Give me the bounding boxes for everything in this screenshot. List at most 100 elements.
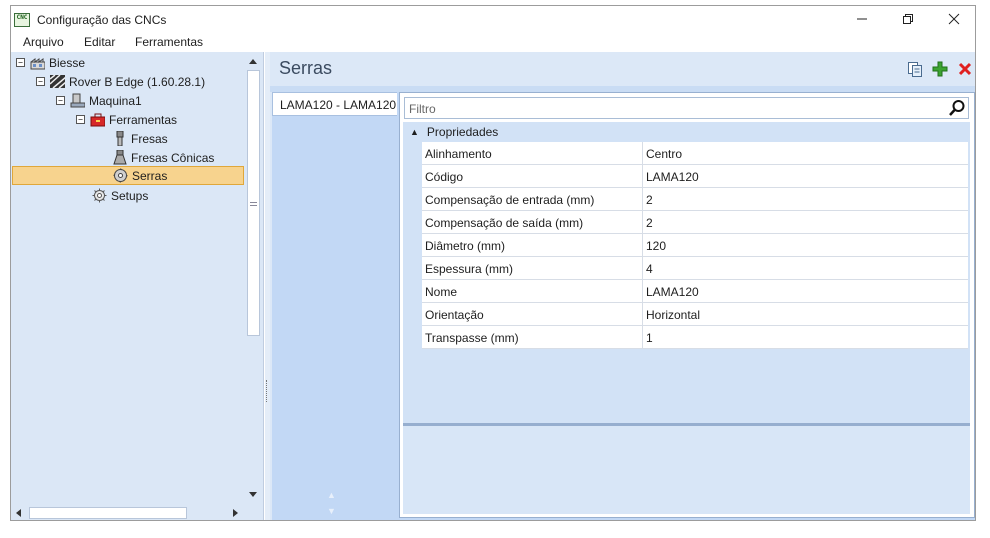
collapse-icon[interactable]: −: [36, 77, 45, 86]
toolbox-icon: [90, 112, 105, 127]
tree-panel: − Biesse − Rover B Edge (1.60.28.1) − Ma…: [11, 52, 264, 520]
tree-node-label: Fresas Cônicas: [131, 150, 215, 165]
gear-icon: [92, 188, 107, 203]
delete-icon: [958, 62, 972, 76]
app-icon: CNC: [14, 13, 30, 27]
property-row[interactable]: Compensação de entrada (mm) 2: [422, 188, 968, 211]
tree-node-setups[interactable]: Setups: [92, 186, 148, 205]
property-value[interactable]: LAMA120: [643, 165, 968, 187]
main-panel: Serras LAMA120 - LAMA120 ▲ ▼ Filtro ▲ Pr…: [270, 52, 975, 520]
mill-tool-icon: [112, 131, 127, 146]
add-button[interactable]: [931, 60, 949, 78]
property-name: Alinhamento: [422, 142, 643, 164]
tree-horizontal-scrollbar[interactable]: [11, 504, 245, 520]
property-name: Nome: [422, 280, 643, 302]
property-name: Compensação de entrada (mm): [422, 188, 643, 210]
collapse-icon[interactable]: −: [16, 58, 25, 67]
conical-mill-icon: [112, 150, 127, 165]
scroll-left-icon[interactable]: [16, 509, 21, 517]
tree-node-fresas-conicas[interactable]: Fresas Cônicas: [112, 148, 214, 167]
tree-node-label: Maquina1: [89, 93, 142, 108]
tree-node-label: Ferramentas: [109, 112, 178, 127]
restore-button[interactable]: [885, 6, 931, 32]
tree-node-maquina1[interactable]: − Maquina1: [56, 91, 142, 110]
saw-list: LAMA120 - LAMA120 ▲ ▼: [272, 92, 397, 520]
tree-node-serras[interactable]: Serras: [12, 166, 244, 185]
copy-icon: [907, 61, 922, 77]
close-button[interactable]: [931, 6, 975, 32]
property-value[interactable]: Horizontal: [643, 303, 968, 325]
property-grid: Filtro ▲ Propriedades Alinhamento Centro…: [399, 92, 975, 518]
collapse-icon[interactable]: −: [56, 96, 65, 105]
property-grid-container: Filtro ▲ Propriedades Alinhamento Centro…: [397, 92, 975, 520]
property-name: Orientação: [422, 303, 643, 325]
property-value[interactable]: 2: [643, 211, 968, 233]
menu-arquivo[interactable]: Arquivo: [23, 35, 64, 49]
filter-field[interactable]: Filtro: [404, 97, 969, 119]
collapse-caret-icon[interactable]: ▲: [410, 127, 419, 137]
tree-node-label: Rover B Edge (1.60.28.1): [69, 74, 206, 89]
tree-node-label: Fresas: [131, 131, 168, 146]
title-bar: CNC Configuração das CNCs: [11, 6, 975, 32]
property-row[interactable]: Diâmetro (mm) 120: [422, 234, 968, 257]
tree-node-fresas[interactable]: Fresas: [112, 129, 168, 148]
window-title: Configuração das CNCs: [37, 13, 167, 27]
tree-node-rover[interactable]: − Rover B Edge (1.60.28.1): [36, 72, 205, 91]
scroll-up-icon[interactable]: [249, 59, 257, 64]
minimize-button[interactable]: [839, 6, 885, 32]
tree-node-label: Setups: [111, 188, 149, 203]
property-value[interactable]: 2: [643, 188, 968, 210]
property-value[interactable]: 1: [643, 326, 968, 348]
property-name: Espessura (mm): [422, 257, 643, 279]
list-item[interactable]: LAMA120 - LAMA120: [272, 92, 397, 116]
search-icon[interactable]: [948, 99, 966, 117]
filter-placeholder[interactable]: Filtro: [409, 102, 436, 116]
add-icon: [932, 61, 948, 77]
close-icon: [948, 13, 960, 25]
group-header-propriedades[interactable]: ▲ Propriedades: [404, 122, 969, 142]
menu-editar[interactable]: Editar: [84, 35, 115, 49]
cnc-machine-icon: [70, 93, 85, 108]
property-name: Diâmetro (mm): [422, 234, 643, 256]
property-name: Compensação de saída (mm): [422, 211, 643, 233]
property-name: Transpasse (mm): [422, 326, 643, 348]
scroll-thumb[interactable]: [29, 507, 187, 519]
saw-blade-icon: [113, 168, 128, 183]
grip-icon: [250, 202, 257, 206]
property-row[interactable]: Código LAMA120: [422, 165, 968, 188]
delete-button[interactable]: [956, 60, 974, 78]
menu-ferramentas[interactable]: Ferramentas: [135, 35, 203, 49]
property-value[interactable]: Centro: [643, 142, 968, 164]
property-value[interactable]: 120: [643, 234, 968, 256]
tree-node-biesse[interactable]: − Biesse: [16, 53, 85, 72]
property-row[interactable]: Nome LAMA120: [422, 280, 968, 303]
group-label: Propriedades: [426, 125, 499, 139]
property-value[interactable]: 4: [643, 257, 968, 279]
page-title: Serras: [279, 58, 333, 78]
tree-node-label: Serras: [132, 168, 168, 183]
minimize-icon: [857, 18, 867, 20]
tree-vertical-scrollbar[interactable]: [245, 52, 262, 504]
tree-node-ferramentas[interactable]: − Ferramentas: [76, 110, 177, 129]
factory-icon: [30, 55, 45, 70]
property-value[interactable]: LAMA120: [643, 280, 968, 302]
property-row[interactable]: Espessura (mm) 4: [422, 257, 968, 280]
menu-bar: Arquivo Editar Ferramentas: [11, 33, 975, 52]
property-name: Código: [422, 165, 643, 187]
scroll-right-icon[interactable]: [233, 509, 238, 517]
tree-node-label: Biesse: [49, 55, 86, 70]
property-row[interactable]: Orientação Horizontal: [422, 303, 968, 326]
property-row[interactable]: Alinhamento Centro: [422, 142, 968, 165]
grip-icon: [266, 380, 268, 402]
scroll-down-icon[interactable]: [249, 492, 257, 497]
description-pane: [403, 426, 970, 514]
main-window: CNC Configuração das CNCs Arquivo Editar…: [10, 5, 976, 521]
property-row[interactable]: Compensação de saída (mm) 2: [422, 211, 968, 234]
collapse-icon[interactable]: −: [76, 115, 85, 124]
property-row[interactable]: Transpasse (mm) 1: [422, 326, 968, 349]
property-grid-body: ▲ Propriedades Alinhamento Centro Código…: [403, 122, 970, 423]
list-scroll-arrows: ▲ ▼: [327, 490, 336, 516]
machine-stripes-icon: [50, 74, 65, 89]
copy-button[interactable]: [906, 60, 924, 78]
restore-icon: [903, 14, 913, 24]
